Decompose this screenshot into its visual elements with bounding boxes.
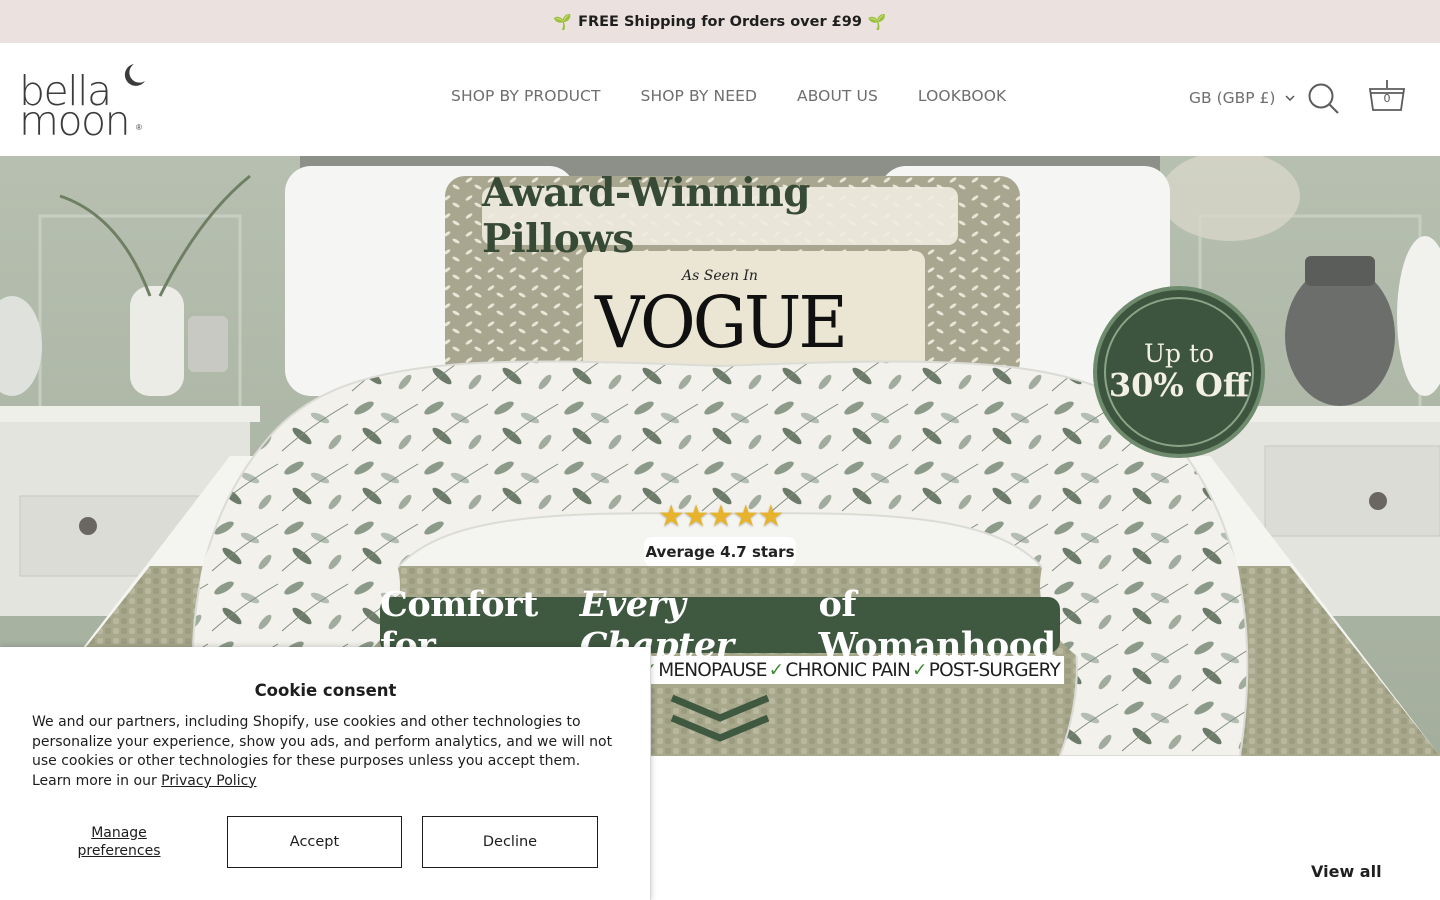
discount-badge-line2: 30% Off	[1108, 365, 1250, 404]
checkmark-icon: ✓	[912, 659, 927, 681]
condition-item: MENOPAUSE	[658, 659, 767, 681]
seedling-icon: 🌱	[553, 12, 573, 31]
vogue-logo: VOGUE	[595, 282, 848, 365]
decline-button[interactable]: Decline	[422, 816, 598, 868]
manage-preferences-link[interactable]: Manage preferences	[62, 824, 176, 860]
announcement-text: FREE Shipping for Orders over £99	[578, 13, 862, 30]
condition-item: POST-SURGERY	[928, 659, 1061, 681]
seedling-icon: 🌱	[867, 12, 887, 31]
currency-label: GB (GBP £)	[1189, 89, 1276, 107]
view-all-link[interactable]: View all	[1311, 862, 1382, 881]
logo-text-bottom: moon	[19, 97, 131, 145]
crescent-moon-icon	[124, 64, 145, 86]
hero-title: Award-Winning Pillows	[482, 170, 958, 262]
logo[interactable]: bella moon ®	[19, 63, 149, 145]
accept-button[interactable]: Accept	[227, 816, 402, 868]
site-header: bella moon ® SHOP BY PRODUCT SHOP BY NEE…	[0, 43, 1440, 156]
currency-selector[interactable]: GB (GBP £)	[1189, 89, 1295, 107]
search-icon[interactable]	[1306, 81, 1340, 115]
rating-stars-icon: ★★★★★	[657, 500, 784, 533]
cookie-consent-dialog: Cookie consent We and our partners, incl…	[0, 647, 651, 900]
cookie-message: We and our partners, including Shopify, …	[32, 713, 622, 791]
announcement-bar: 🌱 FREE Shipping for Orders over £99 🌱	[0, 0, 1440, 43]
hero-tagline: Comfort for Every Chapter of Womanhood	[380, 584, 1060, 666]
scroll-down-chevron-icon[interactable]	[668, 694, 772, 746]
discount-badge-line1: Up to	[1143, 339, 1215, 369]
cookie-body-text: We and our partners, including Shopify, …	[32, 714, 613, 789]
main-nav: SHOP BY PRODUCT SHOP BY NEED ABOUT US LO…	[431, 87, 1026, 105]
registered-mark: ®	[136, 123, 142, 132]
cookie-title: Cookie consent	[254, 681, 397, 700]
nav-lookbook[interactable]: LOOKBOOK	[898, 87, 1026, 105]
discount-badge: Up to 30% Off	[1093, 286, 1265, 458]
chevron-down-icon	[1285, 94, 1295, 101]
average-rating: Average 4.7 stars	[644, 537, 796, 566]
checkmark-icon: ✓	[768, 659, 784, 681]
tagline-part2: of Womanhood	[818, 584, 1056, 666]
nav-shop-by-product[interactable]: SHOP BY PRODUCT	[431, 87, 621, 105]
condition-item: CHRONIC PAIN	[785, 659, 911, 681]
cart-count: 0	[1383, 92, 1391, 105]
nav-shop-by-need[interactable]: SHOP BY NEED	[621, 87, 777, 105]
nav-about-us[interactable]: ABOUT US	[777, 87, 898, 105]
conditions-list: ✓ MENOPAUSE ✓ CHRONIC PAIN ✓ POST-SURGER…	[600, 656, 1064, 684]
privacy-policy-link[interactable]: Privacy Policy	[161, 773, 256, 789]
